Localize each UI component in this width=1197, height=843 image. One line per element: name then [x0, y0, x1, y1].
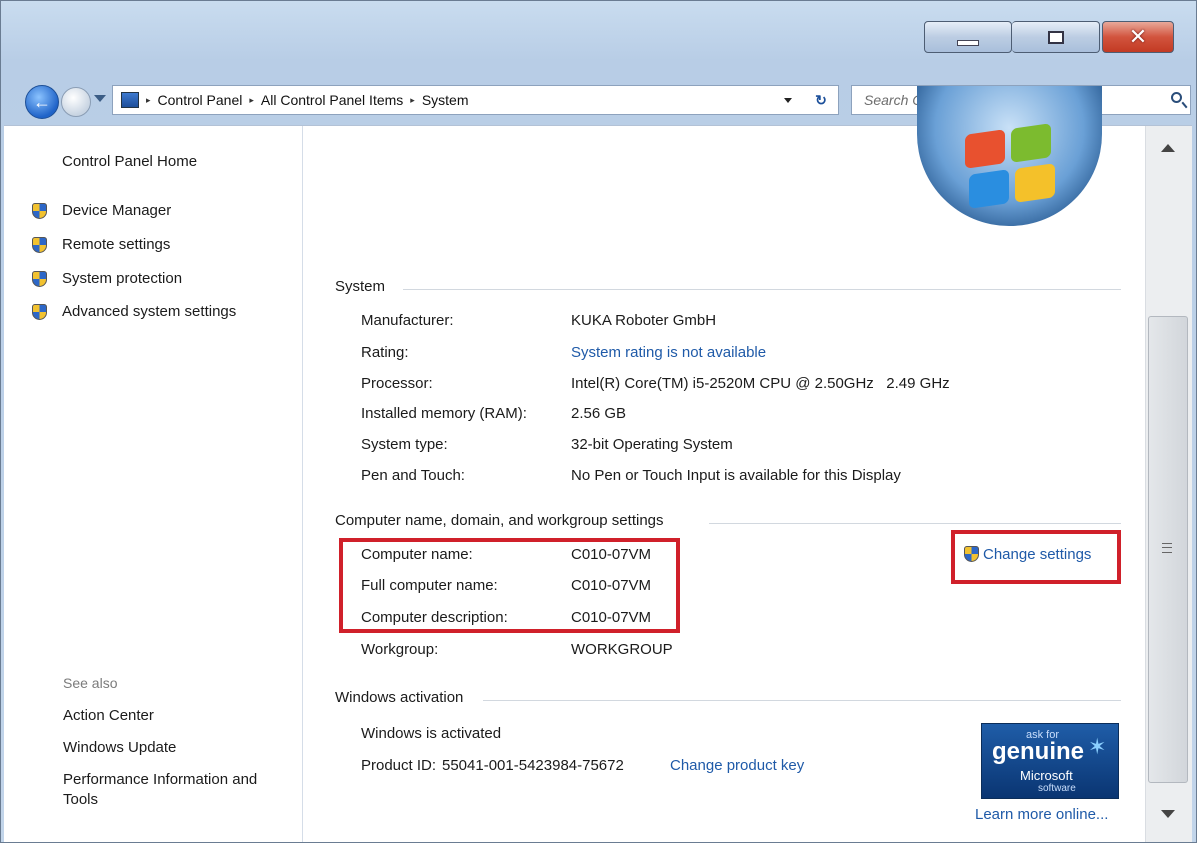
address-dropdown-icon[interactable] — [784, 98, 792, 103]
shield-icon — [32, 203, 47, 219]
product-id-label: Product ID: — [361, 757, 437, 774]
full-computer-name-value: C010-07VM — [571, 577, 652, 594]
manufacturer-value: KUKA Roboter GmbH — [571, 312, 717, 329]
processor-label: Processor: — [361, 375, 433, 392]
shield-icon — [964, 546, 979, 562]
group-divider — [483, 700, 1121, 701]
vertical-scrollbar[interactable] — [1145, 126, 1192, 842]
control-panel-icon — [121, 92, 139, 108]
system-protection-link[interactable]: System protection — [62, 270, 182, 287]
breadcrumb-system[interactable]: System — [422, 92, 469, 108]
system-group-title: System — [335, 278, 386, 295]
see-also-heading: See also — [63, 675, 118, 691]
logo-flag-yellow — [1015, 163, 1055, 203]
computer-name-value: C010-07VM — [571, 546, 652, 563]
computer-name-label: Computer name: — [361, 546, 473, 563]
computer-description-value: C010-07VM — [571, 609, 652, 626]
scroll-thumb[interactable] — [1148, 316, 1188, 783]
chevron-right-icon[interactable]: ▸ — [146, 95, 151, 106]
performance-info-link-line2[interactable]: Tools — [63, 791, 98, 808]
group-divider — [403, 289, 1121, 290]
forward-button[interactable] — [61, 87, 91, 117]
back-button[interactable]: ← — [25, 85, 59, 119]
performance-info-link[interactable]: Performance Information and — [63, 771, 257, 788]
workgroup-label: Workgroup: — [361, 641, 439, 658]
change-settings-link[interactable]: Change settings — [983, 546, 1091, 563]
pen-touch-value: No Pen or Touch Input is available for t… — [571, 467, 901, 484]
computer-name-group-title: Computer name, domain, and workgroup set… — [335, 512, 664, 529]
pen-touch-label: Pen and Touch: — [361, 467, 465, 484]
maximize-icon — [1047, 30, 1064, 44]
full-computer-name-label: Full computer name: — [361, 577, 498, 594]
action-center-link[interactable]: Action Center — [63, 707, 154, 724]
change-product-key-link[interactable]: Change product key — [670, 757, 804, 774]
shield-icon — [32, 237, 47, 253]
processor-value: Intel(R) Core(TM) i5-2520M CPU @ 2.50GHz… — [571, 375, 950, 392]
shield-icon — [32, 304, 47, 320]
system-details-pane: System Manufacturer: KUKA Roboter GmbH R… — [302, 86, 1145, 842]
scroll-down-icon[interactable] — [1161, 810, 1175, 818]
system-type-label: System type: — [361, 436, 448, 453]
task-pane: Control Panel Home Device Manager Remote… — [4, 126, 300, 842]
badge-genuine-text: genuine — [992, 738, 1085, 765]
scroll-up-icon[interactable] — [1161, 144, 1175, 152]
activation-group-title: Windows activation — [335, 689, 464, 706]
logo-flag-blue — [969, 169, 1009, 209]
logo-flag-green — [1011, 123, 1051, 163]
close-icon: ✕ — [1128, 24, 1148, 50]
minimize-button[interactable] — [924, 21, 1012, 53]
recent-pages-dropdown[interactable] — [94, 95, 106, 102]
close-button[interactable]: ✕ — [1102, 21, 1174, 53]
system-rating-link[interactable]: System rating is not available — [571, 344, 766, 361]
system-type-value: 32-bit Operating System — [571, 436, 733, 453]
learn-more-online-link[interactable]: Learn more online... — [975, 806, 1108, 823]
memory-value: 2.56 GB — [571, 405, 627, 422]
chevron-right-icon[interactable]: ▸ — [410, 95, 415, 106]
computer-description-label: Computer description: — [361, 609, 508, 626]
breadcrumb-all-items[interactable]: All Control Panel Items — [261, 92, 403, 108]
workgroup-value: WORKGROUP — [571, 641, 673, 658]
control-panel-window: ✕ ← ▸ Control Panel ▸ All Control Panel … — [0, 0, 1197, 843]
genuine-microsoft-badge[interactable]: ask for genuine ✶ Microsoft software — [981, 723, 1119, 799]
rating-label: Rating: — [361, 344, 409, 361]
group-divider — [709, 523, 1121, 524]
star-icon: ✶ — [1088, 734, 1107, 759]
address-bar[interactable]: ▸ Control Panel ▸ All Control Panel Item… — [112, 85, 839, 115]
windows-logo — [917, 86, 1102, 226]
memory-label: Installed memory (RAM): — [361, 405, 527, 422]
refresh-icon[interactable]: ↻ — [810, 90, 832, 110]
remote-settings-link[interactable]: Remote settings — [62, 236, 170, 253]
control-panel-home-link[interactable]: Control Panel Home — [62, 153, 197, 170]
windows-update-link[interactable]: Windows Update — [63, 739, 176, 756]
manufacturer-label: Manufacturer: — [361, 312, 454, 329]
advanced-system-settings-link[interactable]: Advanced system settings — [62, 303, 236, 320]
badge-microsoft-text: Microsoft — [1020, 768, 1073, 783]
search-icon[interactable] — [1171, 92, 1182, 103]
minimize-icon — [957, 40, 979, 46]
activation-status: Windows is activated — [361, 725, 502, 742]
logo-flag-red — [965, 129, 1005, 169]
grip-icon — [1162, 543, 1172, 553]
badge-software-text: software — [1038, 783, 1076, 794]
chevron-right-icon[interactable]: ▸ — [249, 95, 254, 106]
breadcrumb-control-panel[interactable]: Control Panel — [158, 92, 243, 108]
device-manager-link[interactable]: Device Manager — [62, 202, 171, 219]
product-id-value: 55041-001-5423984-75672 — [442, 757, 624, 774]
shield-icon — [32, 271, 47, 287]
back-arrow-icon: ← — [33, 91, 51, 112]
maximize-button[interactable] — [1012, 21, 1100, 53]
content-area: Control Panel Home Device Manager Remote… — [4, 86, 1192, 842]
